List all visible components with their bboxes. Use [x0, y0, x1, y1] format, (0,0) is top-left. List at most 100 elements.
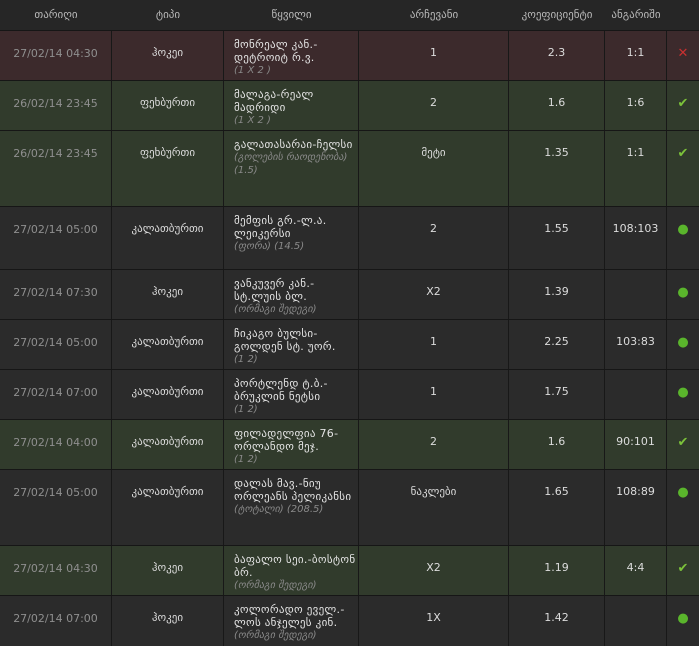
type-cell: ჰოკეი: [112, 31, 224, 80]
date-cell: 27/02/14 07:00: [0, 370, 112, 419]
event-name: პორტლენდ ტ.ბ.-ბრუკლინ ნეტსი: [234, 377, 328, 403]
event-name: მონრეალ კან.-დეტროიტ რ.ვ.: [234, 38, 318, 64]
table-row[interactable]: 27/02/14 04:30 ჰოკეი მონრეალ კან.-დეტროიტ …: [0, 30, 699, 80]
score-cell: [605, 270, 667, 319]
date-cell: 27/02/14 04:00: [0, 420, 112, 469]
score-cell: 108:89: [605, 470, 667, 545]
choice-cell: ნაკლები: [359, 470, 509, 545]
header-choice[interactable]: არჩევანი: [359, 0, 509, 30]
event-market: (ორმაგი შედეგი): [234, 580, 317, 591]
event-cell: გალათასარაი-ჩელსი (გოლების რაოდენობა) (1.…: [224, 131, 359, 206]
table-row[interactable]: 27/02/14 04:30 ჰოკეი ბაფალო სეი.-ბოსტონ ბრ…: [0, 545, 699, 595]
type-cell: კალათბურთი: [112, 420, 224, 469]
choice-cell: 2: [359, 207, 509, 269]
table-row[interactable]: 26/02/14 23:45 ფეხბურთი მალაგა-რეალ მადრიდ…: [0, 80, 699, 130]
odds-cell: 1.35: [509, 131, 605, 206]
table-row[interactable]: 27/02/14 05:00 კალათბურთი მემფის გრ.-ლ.ა. …: [0, 206, 699, 269]
event-market: (1 2): [234, 454, 258, 465]
status-cell: ✔: [667, 81, 699, 130]
date-cell: 27/02/14 04:30: [0, 546, 112, 595]
event-market: (ფორა) (14.5): [234, 241, 305, 252]
status-cell: ●: [667, 207, 699, 269]
date-cell: 27/02/14 05:00: [0, 470, 112, 545]
header-odds[interactable]: კოეფიციენტი: [509, 0, 605, 30]
header-date[interactable]: თარიღი: [0, 0, 112, 30]
status-cell: ✕: [667, 31, 699, 80]
date-cell: 26/02/14 23:45: [0, 81, 112, 130]
type-cell: ჰოკეი: [112, 596, 224, 646]
table-row[interactable]: 27/02/14 07:00 კალათბურთი პორტლენდ ტ.ბ.-ბრ…: [0, 369, 699, 419]
table-row[interactable]: 27/02/14 04:00 კალათბურთი ფილადელფია 76-ორ…: [0, 419, 699, 469]
score-cell: 108:103: [605, 207, 667, 269]
event-cell: ბაფალო სეი.-ბოსტონ ბრ. (ორმაგი შედეგი): [224, 546, 359, 595]
choice-cell: 1X: [359, 596, 509, 646]
event-cell: მონრეალ კან.-დეტროიტ რ.ვ. (1 X 2 ): [224, 31, 359, 80]
type-cell: ფეხბურთი: [112, 131, 224, 206]
status-cell: ✔: [667, 420, 699, 469]
table-row[interactable]: 27/02/14 07:00 ჰოკეი კოლორადო ეველ.-ლოს ან…: [0, 595, 699, 646]
choice-cell: 2: [359, 420, 509, 469]
choice-cell: მეტი: [359, 131, 509, 206]
odds-cell: 1.39: [509, 270, 605, 319]
dot-icon: ●: [677, 485, 689, 500]
event-market: (1 2): [234, 354, 258, 365]
event-cell: მემფის გრ.-ლ.ა. ლეიკერსი (ფორა) (14.5): [224, 207, 359, 269]
score-cell: 1:1: [605, 31, 667, 80]
event-market: (ორმაგი შედეგი): [234, 630, 317, 641]
status-cell: ✔: [667, 546, 699, 595]
odds-cell: 1.19: [509, 546, 605, 595]
odds-cell: 1.6: [509, 81, 605, 130]
header-score[interactable]: ანგარიში: [605, 0, 667, 30]
odds-cell: 1.42: [509, 596, 605, 646]
dot-icon: ●: [677, 285, 689, 300]
event-cell: დალას მავ.-ნიუ ორლეანს პელიკანსი (ტოტალი)…: [224, 470, 359, 545]
date-cell: 27/02/14 07:30: [0, 270, 112, 319]
table-row[interactable]: 26/02/14 23:45 ფეხბურთი გალათასარაი-ჩელსი(…: [0, 130, 699, 206]
event-name: ვანკუვერ კან.-სტ.ლუის ბლ.: [234, 277, 315, 303]
table-row[interactable]: 27/02/14 05:00 კალათბურთი დალას მავ.-ნიუ ო…: [0, 469, 699, 545]
header-type[interactable]: ტიპი: [112, 0, 224, 30]
event-name: ფილადელფია 76-ორლანდო მეჯ.: [234, 427, 339, 453]
odds-cell: 1.75: [509, 370, 605, 419]
status-cell: ●: [667, 270, 699, 319]
event-name: ჩიკაგო ბულსი-გოლდენ სტ. უორ.: [234, 327, 336, 353]
score-cell: [605, 596, 667, 646]
status-cell: ●: [667, 470, 699, 545]
event-name: დალას მავ.-ნიუ ორლეანს პელიკანსი: [234, 477, 352, 503]
check-icon: ✔: [677, 96, 689, 111]
score-cell: 90:101: [605, 420, 667, 469]
event-market: (ტოტალი) (208.5): [234, 504, 324, 515]
status-cell: ●: [667, 320, 699, 369]
event-cell: ჩიკაგო ბულსი-გოლდენ სტ. უორ. (1 2): [224, 320, 359, 369]
type-cell: კალათბურთი: [112, 320, 224, 369]
date-cell: 27/02/14 04:30: [0, 31, 112, 80]
choice-cell: X2: [359, 270, 509, 319]
score-cell: 1:1: [605, 131, 667, 206]
odds-cell: 2.3: [509, 31, 605, 80]
date-cell: 27/02/14 07:00: [0, 596, 112, 646]
odds-cell: 2.25: [509, 320, 605, 369]
score-cell: 103:83: [605, 320, 667, 369]
bets-table: თარიღი ტიპი წყვილი არჩევანი კოეფიციენტი …: [0, 0, 699, 646]
type-cell: კალათბურთი: [112, 470, 224, 545]
score-cell: 4:4: [605, 546, 667, 595]
event-market: (1 X 2 ): [234, 65, 271, 76]
event-name: გალათასარაი-ჩელსი: [234, 138, 353, 151]
date-cell: 27/02/14 05:00: [0, 320, 112, 369]
score-cell: [605, 370, 667, 419]
event-cell: პორტლენდ ტ.ბ.-ბრუკლინ ნეტსი (1 2): [224, 370, 359, 419]
table-row[interactable]: 27/02/14 05:00 კალათბურთი ჩიკაგო ბულსი-გოლ…: [0, 319, 699, 369]
dot-icon: ●: [677, 385, 689, 400]
score-cell: 1:6: [605, 81, 667, 130]
event-cell: კოლორადო ეველ.-ლოს ანჯელეს კინ. (ორმაგი შ…: [224, 596, 359, 646]
table-row[interactable]: 27/02/14 07:30 ჰოკეი ვანკუვერ კან.-სტ.ლუის…: [0, 269, 699, 319]
table-header: თარიღი ტიპი წყვილი არჩევანი კოეფიციენტი …: [0, 0, 699, 30]
dot-icon: ●: [677, 335, 689, 350]
header-event[interactable]: წყვილი: [224, 0, 359, 30]
x-icon: ✕: [677, 46, 689, 61]
type-cell: ჰოკეი: [112, 270, 224, 319]
status-cell: ●: [667, 370, 699, 419]
type-cell: კალათბურთი: [112, 207, 224, 269]
dot-icon: ●: [677, 611, 689, 626]
choice-cell: 1: [359, 31, 509, 80]
